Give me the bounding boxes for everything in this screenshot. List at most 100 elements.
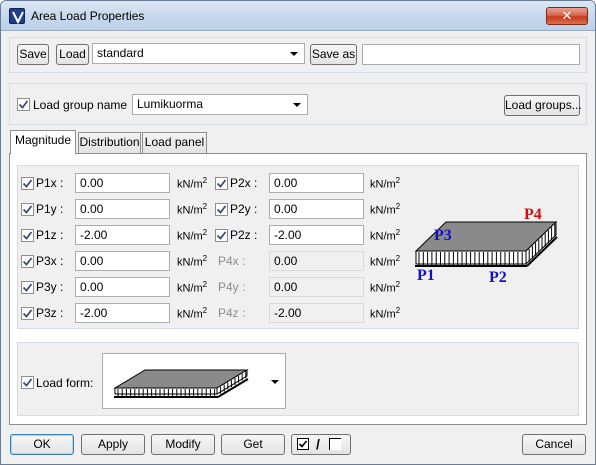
- load-group-label: Load group name: [33, 98, 128, 112]
- p2x-checkbox[interactable]: [215, 177, 228, 190]
- cancel-button[interactable]: Cancel: [522, 434, 586, 455]
- p3z-label: P3z :: [36, 306, 64, 320]
- unit-exponent: 2: [395, 176, 401, 185]
- get-button[interactable]: Get: [221, 434, 285, 455]
- modify-button[interactable]: Modify: [151, 434, 215, 455]
- unit-label: kN/m2: [370, 306, 400, 321]
- check-icon: [22, 205, 33, 214]
- check-icon: [22, 257, 33, 266]
- area-load-properties-window: Area Load Properties ✕ Save Load standar…: [0, 0, 596, 465]
- p4z-input: -2.00: [269, 303, 364, 323]
- unit-exponent: 2: [202, 176, 208, 185]
- checkbox-unchecked-icon: [329, 438, 341, 450]
- save-button[interactable]: Save: [17, 44, 49, 65]
- unit-exponent: 2: [395, 228, 401, 237]
- chevron-down-icon: [293, 103, 301, 107]
- unit-base: kN/m: [177, 204, 203, 217]
- p3z-checkbox[interactable]: [21, 307, 34, 320]
- ok-button[interactable]: OK: [10, 434, 74, 455]
- p1y-checkbox[interactable]: [21, 203, 34, 216]
- p2z-label: P2z :: [230, 228, 258, 242]
- unit-label: kN/m2: [370, 176, 400, 191]
- load-group-select[interactable]: Lumikuorma: [132, 94, 308, 115]
- p1y-label: P1y :: [36, 202, 64, 216]
- check-icon: [216, 205, 227, 214]
- p3y-checkbox[interactable]: [21, 281, 34, 294]
- unit-base: kN/m: [370, 256, 396, 269]
- save-as-name-input[interactable]: [362, 44, 580, 65]
- checkbox-checked-icon: [297, 438, 309, 450]
- p4x-label: P4x :: [218, 254, 246, 268]
- p1x-input[interactable]: 0.00: [75, 173, 170, 193]
- unit-exponent: 2: [202, 228, 208, 237]
- unit-label: kN/m2: [370, 228, 400, 243]
- unit-label: kN/m2: [370, 254, 400, 269]
- p2z-checkbox[interactable]: [215, 229, 228, 242]
- unit-label: kN/m2: [177, 254, 207, 269]
- load-form-checkbox[interactable]: [21, 376, 34, 389]
- p3x-input[interactable]: 0.00: [75, 251, 170, 271]
- apply-button[interactable]: Apply: [81, 434, 145, 455]
- p2z-input[interactable]: -2.00: [269, 225, 364, 245]
- unit-base: kN/m: [370, 178, 396, 191]
- tab-load-panel[interactable]: Load panel: [142, 132, 207, 153]
- p1y-input[interactable]: 0.00: [75, 199, 170, 219]
- label-p2: P2: [489, 269, 507, 286]
- unit-exponent: 2: [202, 254, 208, 263]
- p2x-input[interactable]: 0.00: [269, 173, 364, 193]
- unit-exponent: 2: [202, 280, 208, 289]
- preset-select[interactable]: standard: [92, 43, 305, 64]
- load-form-preview: [113, 369, 249, 398]
- p1x-checkbox[interactable]: [21, 177, 34, 190]
- p2y-label: P2y :: [230, 202, 258, 216]
- toggle-slash: /: [316, 436, 320, 452]
- load-button[interactable]: Load: [56, 44, 89, 65]
- p3z-input[interactable]: -2.00: [75, 303, 170, 323]
- p3x-checkbox[interactable]: [21, 255, 34, 268]
- app-icon: [9, 8, 25, 25]
- toggle-all-button[interactable]: /: [291, 434, 351, 455]
- load-form-label: Load form:: [36, 376, 94, 390]
- p4x-input: 0.00: [269, 251, 364, 271]
- unit-base: kN/m: [177, 178, 203, 191]
- unit-label: kN/m2: [177, 280, 207, 295]
- check-icon: [22, 309, 33, 318]
- p2y-checkbox[interactable]: [215, 203, 228, 216]
- unit-exponent: 2: [202, 306, 208, 315]
- p1z-input[interactable]: -2.00: [75, 225, 170, 245]
- p1x-label: P1x :: [36, 176, 64, 190]
- close-button[interactable]: ✕: [546, 7, 588, 25]
- p4y-input: 0.00: [269, 277, 364, 297]
- p2y-input[interactable]: 0.00: [269, 199, 364, 219]
- tab-distribution[interactable]: Distribution: [78, 132, 141, 153]
- chevron-down-icon: [271, 380, 279, 384]
- unit-base: kN/m: [177, 282, 203, 295]
- load-form-select[interactable]: [102, 353, 286, 409]
- title-bar[interactable]: Area Load Properties ✕: [1, 1, 595, 31]
- tab-magnitude[interactable]: Magnitude: [10, 130, 76, 154]
- check-icon: [18, 100, 29, 109]
- save-as-button[interactable]: Save as: [310, 44, 357, 65]
- p3y-input[interactable]: 0.00: [75, 277, 170, 297]
- unit-exponent: 2: [395, 280, 401, 289]
- close-icon: ✕: [561, 8, 573, 23]
- check-icon: [22, 283, 33, 292]
- p4z-label: P4z :: [218, 306, 246, 320]
- unit-base: kN/m: [177, 256, 203, 269]
- check-icon: [22, 378, 33, 387]
- load-groups-button[interactable]: Load groups...: [504, 95, 582, 116]
- load-group-value: Lumikuorma: [137, 97, 204, 111]
- p3x-label: P3x :: [36, 254, 64, 268]
- check-icon: [22, 231, 33, 240]
- load-group-checkbox[interactable]: [17, 98, 30, 111]
- p1z-checkbox[interactable]: [21, 229, 34, 242]
- unit-base: kN/m: [370, 204, 396, 217]
- check-icon: [22, 179, 33, 188]
- check-icon: [216, 231, 227, 240]
- p1z-label: P1z :: [36, 228, 64, 242]
- label-p1: P1: [417, 267, 435, 284]
- unit-exponent: 2: [395, 202, 401, 211]
- unit-exponent: 2: [395, 306, 401, 315]
- unit-label: kN/m2: [177, 202, 207, 217]
- check-icon: [216, 179, 227, 188]
